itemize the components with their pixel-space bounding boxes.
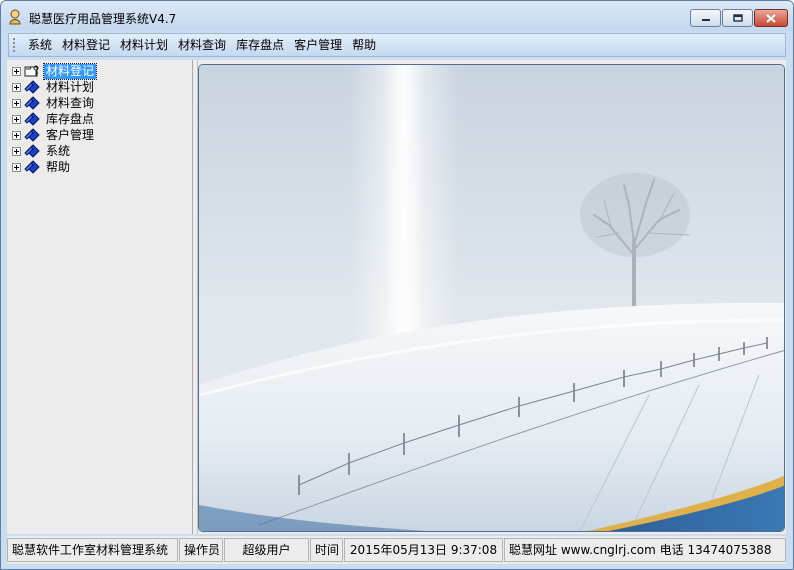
- status-website: 聪慧网址 www.cnglrj.com 电话 13474075388: [504, 538, 786, 562]
- tree-node-label: 材料登记: [42, 62, 98, 80]
- background-picture: [198, 64, 785, 532]
- book-icon: [24, 144, 40, 158]
- menu-items: 系统 材料登记 材料计划 材料查询 库存盘点 客户管理 帮助: [23, 37, 381, 54]
- menu-item-4[interactable]: 库存盘点: [231, 37, 289, 54]
- menu-item-2[interactable]: 材料计划: [115, 37, 173, 54]
- navigation-tree: 材料登记 材料计划 材料查询 库存盘点 客户管理 系统 帮助: [7, 60, 193, 534]
- expand-toggle-icon[interactable]: [12, 98, 21, 108]
- close-icon: [766, 13, 776, 23]
- tree-node[interactable]: 材料登记: [12, 62, 98, 80]
- minimize-button[interactable]: [690, 9, 721, 27]
- expand-toggle-icon[interactable]: [12, 114, 21, 124]
- tree-node-label: 帮助: [46, 159, 71, 174]
- menu-item-1[interactable]: 材料登记: [57, 37, 115, 54]
- status-bar: 聪慧软件工作室材料管理系统 操作员 超级用户 时间 2015年05月13日 9:…: [7, 536, 786, 564]
- tree-node[interactable]: 材料查询: [12, 95, 96, 111]
- tree-node[interactable]: 库存盘点: [12, 111, 96, 127]
- menu-grip-handle[interactable]: [13, 38, 17, 52]
- tree-node-label: 材料查询: [46, 95, 95, 110]
- tree-node-label: 材料计划: [46, 79, 95, 94]
- tree-node[interactable]: 材料计划: [12, 79, 96, 95]
- book-icon: [24, 160, 40, 174]
- title-bar[interactable]: 聪慧医疗用品管理系统V4.7: [1, 1, 793, 31]
- status-operator-label: 操作员: [179, 538, 223, 562]
- expand-toggle-icon[interactable]: [12, 130, 21, 140]
- app-window: 聪慧医疗用品管理系统V4.7 系统 材料登记 材料计划 材料查询 库存盘点 客户管理 帮助 …: [0, 0, 794, 570]
- status-operator-value: 超级用户: [224, 538, 309, 562]
- close-button[interactable]: [754, 9, 788, 27]
- book-icon: [24, 80, 40, 94]
- maximize-icon: [732, 14, 743, 22]
- menu-item-6[interactable]: 帮助: [347, 37, 381, 54]
- tree-node[interactable]: 客户管理: [12, 127, 96, 143]
- tree-node-label: 库存盘点: [46, 111, 95, 126]
- status-time-value: 2015年05月13日 9:37:08: [344, 538, 503, 562]
- expand-toggle-icon[interactable]: [12, 66, 21, 76]
- tree-node[interactable]: 系统: [12, 143, 72, 159]
- menu-item-5[interactable]: 客户管理: [289, 37, 347, 54]
- expand-toggle-icon[interactable]: [12, 82, 21, 92]
- book-icon: [24, 128, 40, 142]
- maximize-button[interactable]: [722, 9, 753, 27]
- folder-key-icon: [24, 65, 39, 77]
- tree-node-label: 系统: [46, 143, 71, 158]
- client-area: 材料登记 材料计划 材料查询 库存盘点 客户管理 系统 帮助: [7, 60, 786, 534]
- book-icon: [24, 112, 40, 126]
- menu-item-3[interactable]: 材料查询: [173, 37, 231, 54]
- app-icon: [9, 9, 21, 25]
- snowy-landscape-image: [199, 65, 784, 531]
- book-icon: [24, 96, 40, 110]
- expand-toggle-icon[interactable]: [12, 146, 21, 156]
- minimize-icon: [701, 19, 710, 21]
- window-title: 聪慧医疗用品管理系统V4.7: [29, 12, 177, 26]
- tree-node-label: 客户管理: [46, 127, 95, 142]
- status-app-name: 聪慧软件工作室材料管理系统: [7, 538, 178, 562]
- menu-bar: 系统 材料登记 材料计划 材料查询 库存盘点 客户管理 帮助: [8, 33, 786, 57]
- expand-toggle-icon[interactable]: [12, 162, 21, 172]
- menu-item-0[interactable]: 系统: [23, 37, 57, 54]
- status-time-label: 时间: [310, 538, 343, 562]
- tree-node[interactable]: 帮助: [12, 159, 72, 175]
